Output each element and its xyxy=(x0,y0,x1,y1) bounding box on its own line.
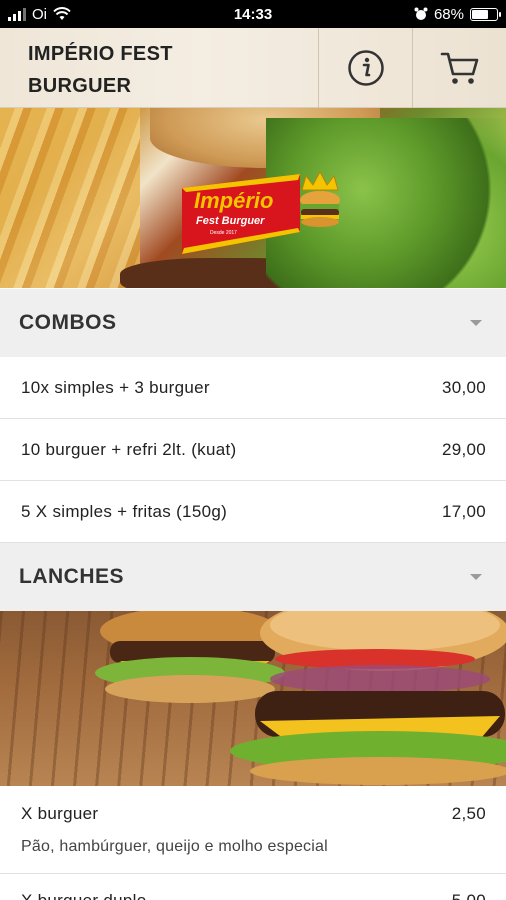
category-title: LANCHES xyxy=(19,565,125,588)
status-right: 68% xyxy=(346,6,506,23)
category-header-combos[interactable]: COMBOS xyxy=(0,289,506,357)
hero-banner-image: Império Fest Burguer Desde 2017 xyxy=(0,108,506,288)
burgers-image xyxy=(95,611,506,785)
item-price: 30,00 xyxy=(441,377,486,397)
item-name: X burguer xyxy=(21,804,99,823)
menu-item[interactable]: 5 X simples + fritas (150g) 17,00 xyxy=(0,481,506,543)
battery-icon xyxy=(470,7,501,21)
info-button[interactable] xyxy=(318,28,412,108)
info-icon xyxy=(347,50,384,86)
menu-item-with-description[interactable]: X burguer 2,50 Pão, hambúrguer, queijo e… xyxy=(0,786,506,874)
lanches-category-image xyxy=(0,611,506,786)
item-price: 2,50 xyxy=(451,804,486,823)
crown-icon xyxy=(301,170,339,191)
signal-icon xyxy=(8,7,26,21)
item-price: 29,00 xyxy=(441,439,486,459)
fries-image xyxy=(0,108,140,288)
logo-text-sub: Fest Burguer xyxy=(196,215,265,227)
chevron-down-icon xyxy=(470,574,482,580)
menu-item[interactable]: 10 burguer + refri 2lt. (kuat) 29,00 xyxy=(0,419,506,481)
logo-text-main: Império xyxy=(194,188,273,213)
title-line-2: BURGUER xyxy=(28,75,132,97)
item-name: 10 burguer + refri 2lt. (kuat) xyxy=(21,439,237,459)
category-title: COMBOS xyxy=(19,311,117,334)
menu-item[interactable]: 10x simples + 3 burguer 30,00 xyxy=(0,357,506,419)
alarm-icon xyxy=(414,7,428,20)
item-name: 10x simples + 3 burguer xyxy=(21,377,210,397)
menu-item[interactable]: X burguer duplo 5,00 xyxy=(0,875,506,900)
item-price: 17,00 xyxy=(441,501,486,521)
status-left: Oi xyxy=(0,6,160,23)
imperio-logo: Império Fest Burguer Desde 2017 xyxy=(182,170,340,254)
carrier-name: Oi xyxy=(32,5,47,23)
cart-button[interactable] xyxy=(412,28,506,108)
clock: 14:33 xyxy=(233,5,273,23)
logo-text-small: Desde 2017 xyxy=(210,230,237,236)
chevron-down-icon xyxy=(470,320,482,326)
wifi-icon xyxy=(53,7,71,20)
item-name: X burguer duplo xyxy=(21,891,146,900)
category-header-lanches[interactable]: LANCHES xyxy=(0,543,506,611)
item-description: Pão, hambúrguer, queijo e molho especial xyxy=(21,838,328,855)
cart-icon xyxy=(440,52,478,84)
app-header: IMPÉRIO FEST BURGUER xyxy=(0,28,506,108)
item-name: 5 X simples + fritas (150g) xyxy=(21,501,228,521)
title-line-1: IMPÉRIO FEST xyxy=(28,43,173,65)
status-bar: Oi 14:33 68% xyxy=(0,0,506,28)
battery-percent: 68% xyxy=(433,5,464,23)
item-header: X burguer 2,50 xyxy=(21,804,486,824)
restaurant-title: IMPÉRIO FEST BURGUER xyxy=(0,28,318,107)
item-price: 5,00 xyxy=(452,891,486,900)
